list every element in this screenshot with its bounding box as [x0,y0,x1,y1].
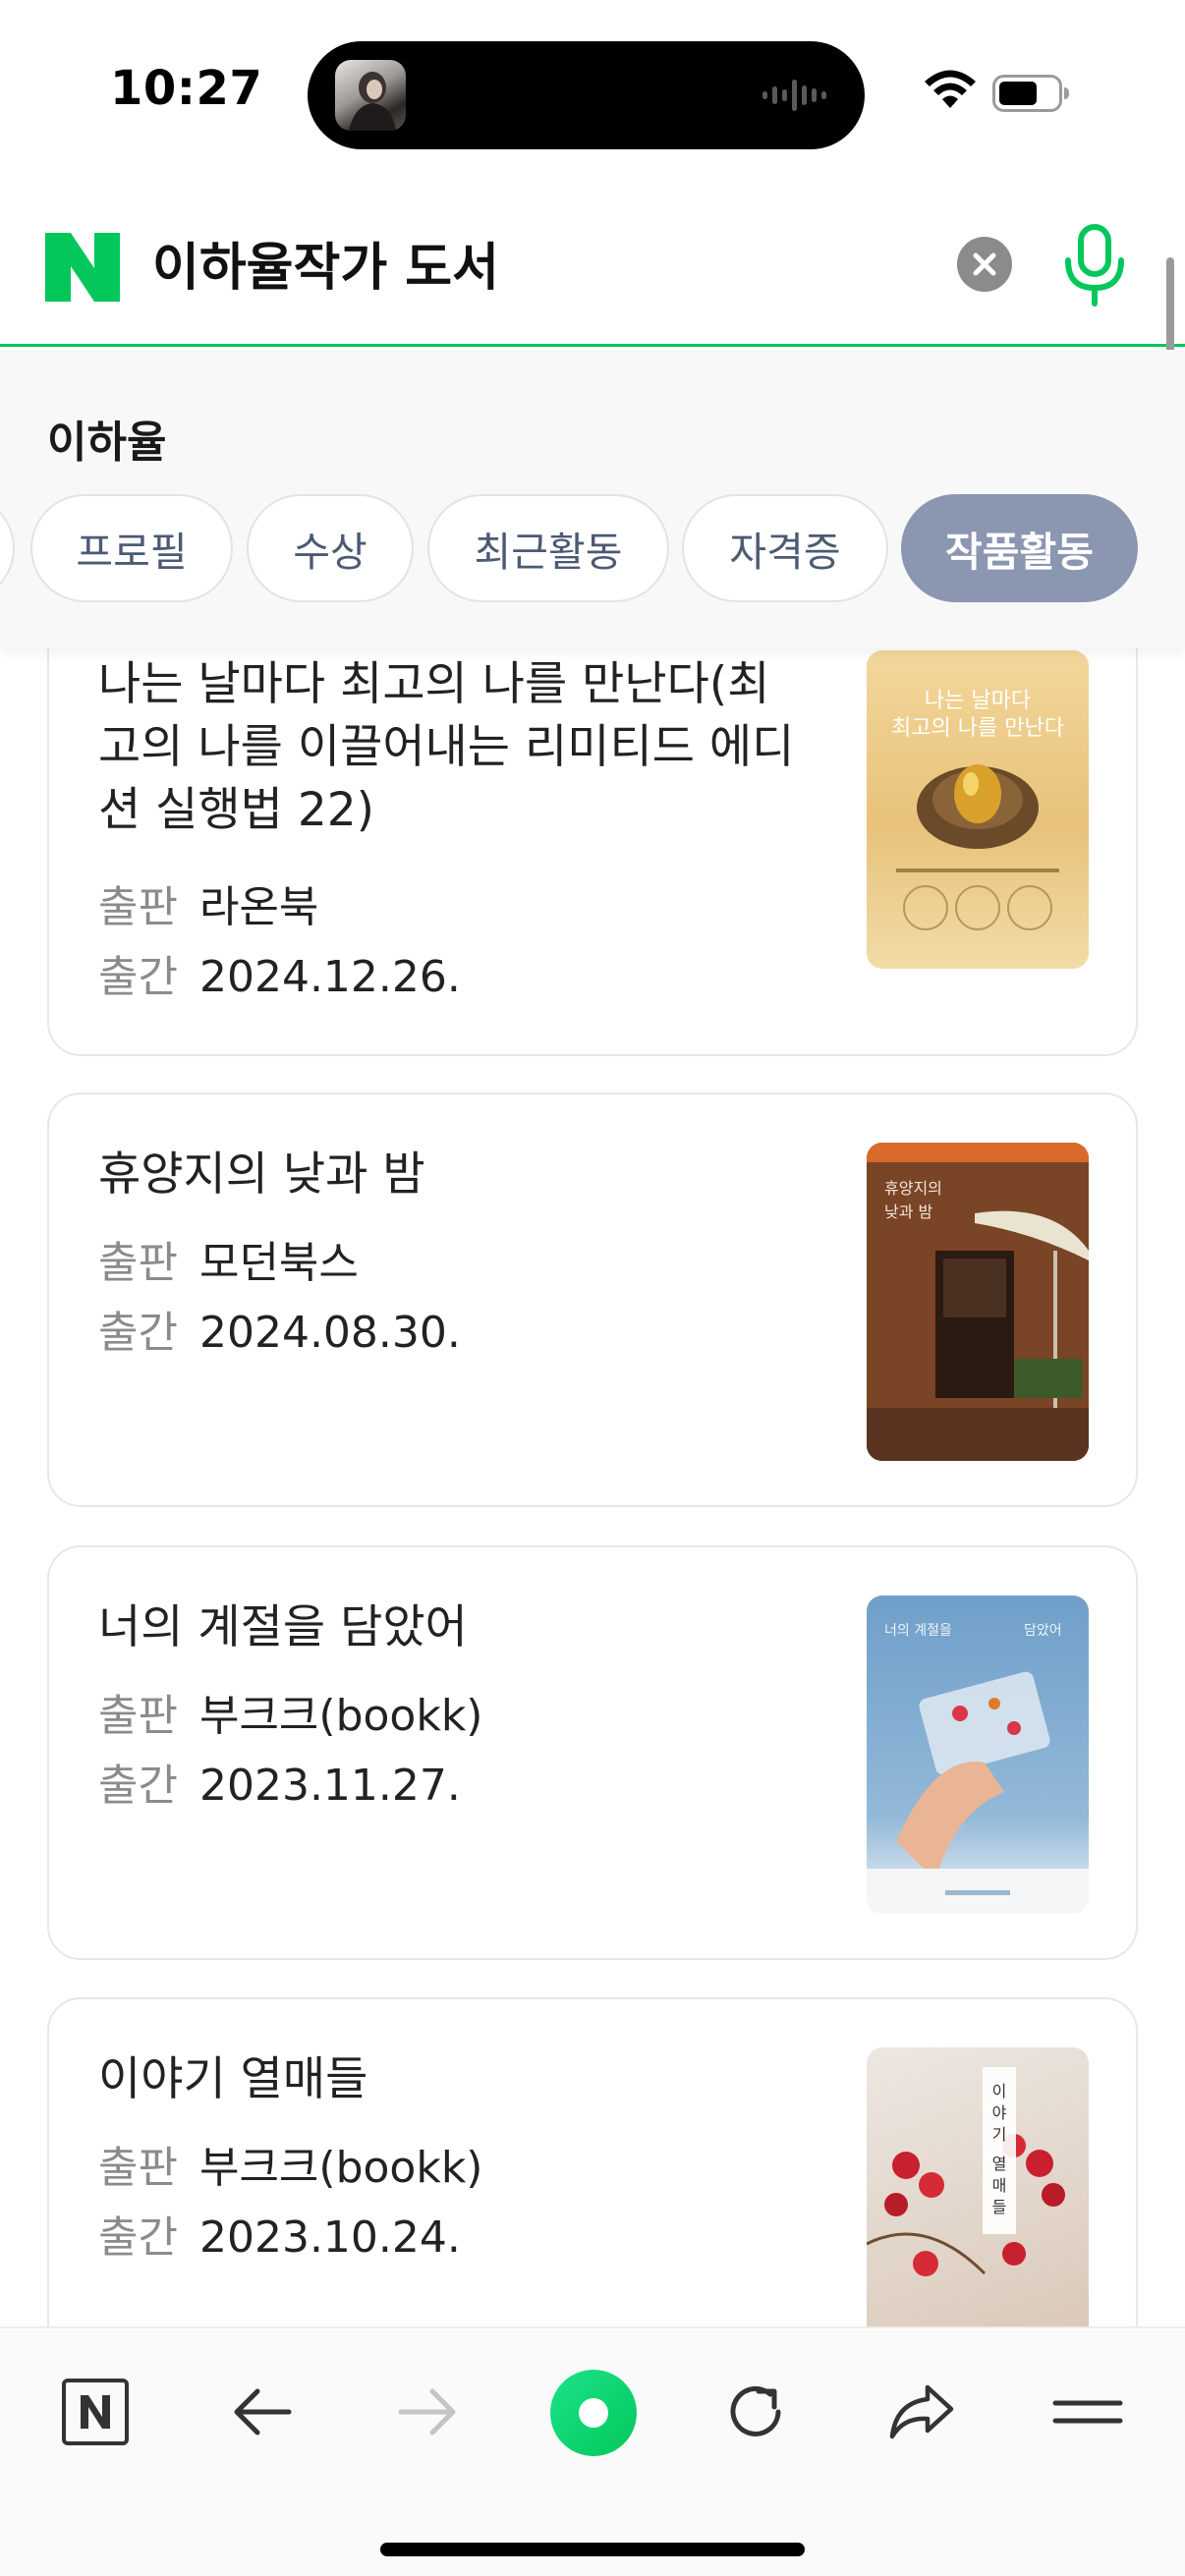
bottom-toolbar [0,2326,1185,2576]
tab-works[interactable]: 작품활동 [901,494,1138,602]
publisher-value: 부크크(bookk) [198,1691,483,1741]
svg-text:최고의 나를 만난다: 최고의 나를 만난다 [891,716,1064,741]
date-row: 출간 2023.11.27. [98,1758,461,1815]
back-arrow-icon[interactable] [218,2368,307,2456]
menu-icon[interactable] [1044,2368,1132,2456]
audio-wave-icon [762,80,826,111]
svg-text:들: 들 [992,2198,1007,2216]
publisher-value: 모던북스 [198,1238,359,1288]
publisher-label: 출판 [98,2143,178,2193]
date-label: 출간 [98,1308,178,1358]
dynamic-island[interactable] [308,41,865,149]
svg-text:낮과 밤: 낮과 밤 [884,1203,933,1221]
book-card[interactable]: 너의 계절을 담았어 출판 부크크(bookk) 출간 2023.11.27. … [47,1545,1138,1960]
battery-icon [992,75,1069,112]
book-title[interactable]: 너의 계절을 담았어 [98,1596,845,1659]
clear-icon[interactable] [957,237,1012,292]
book-card[interactable]: 휴양지의 낮과 밤 출판 모던북스 출간 2024.08.30. 휴양지의 낮과… [47,1092,1138,1507]
svg-text:이: 이 [992,2082,1007,2100]
svg-text:야: 야 [992,2103,1007,2122]
home-indicator[interactable] [380,2543,805,2556]
publisher-label: 출판 [98,882,178,932]
date-label: 출간 [98,952,178,1002]
entity-name: 이하율 [47,418,167,468]
book-title[interactable]: 휴양지의 낮과 밤 [98,1144,845,1206]
date-row: 출간 2023.10.24. [98,2210,461,2267]
svg-text:나는 날마다: 나는 날마다 [925,689,1031,713]
publisher-label: 출판 [98,1691,178,1741]
search-bar: 이하율작가 도서 [0,201,1185,347]
publisher-row: 출판 모던북스 [98,1235,359,1292]
publisher-row: 출판 부크크(bookk) [98,1688,482,1745]
publisher-label: 출판 [98,1238,178,1288]
date-row: 출간 2024.12.26. [98,949,461,1006]
share-icon[interactable] [876,2368,965,2456]
date-row: 출간 2024.08.30. [98,1305,461,1362]
naver-home-icon[interactable] [51,2368,140,2456]
book-title[interactable]: 이야기 열매들 [98,2048,845,2111]
svg-text:너의 계절을: 너의 계절을 [884,1623,952,1639]
svg-text:기: 기 [992,2125,1007,2144]
date-value: 2023.11.27. [198,1761,461,1811]
status-time: 10:27 [110,61,263,116]
green-dot-icon[interactable] [548,2368,639,2458]
tab-awards[interactable]: 수상 [247,494,414,602]
book-title[interactable]: 나는 날마다 최고의 나를 만난다(최 고의 나를 이끌어내는 리미티드 에디 … [98,653,845,842]
date-label: 출간 [98,2212,178,2263]
svg-text:휴양지의: 휴양지의 [884,1179,942,1198]
tab-hidden[interactable] [0,494,15,602]
publisher-row: 출판 라온북 [98,879,318,936]
date-value: 2024.12.26. [198,952,461,1002]
date-value: 2023.10.24. [198,2212,461,2263]
tab-certificates[interactable]: 자격증 [682,494,888,602]
wifi-icon [925,70,976,108]
book-cover[interactable]: 이 야 기 열 매 들 [867,2047,1089,2366]
book-cover[interactable]: 휴양지의 낮과 밤 [867,1143,1089,1461]
book-cover[interactable]: 나는 날마다 최고의 나를 만난다 [867,650,1089,969]
publisher-value: 라온북 [198,882,319,932]
now-playing-thumbnail[interactable] [335,60,406,131]
svg-text:담았어: 담았어 [1024,1623,1062,1639]
publisher-row: 출판 부크크(bookk) [98,2140,482,2197]
forward-arrow-icon[interactable] [383,2368,472,2456]
svg-text:열: 열 [992,2155,1007,2173]
entity-panel: 이하율 프로필 수상 최근활동 자격증 작품활동 [0,350,1185,648]
date-label: 출간 [98,1761,178,1811]
microphone-icon[interactable] [1061,223,1128,309]
date-value: 2024.08.30. [198,1308,461,1358]
tab-recent-activity[interactable]: 최근활동 [427,494,669,602]
svg-text:매: 매 [992,2176,1007,2195]
book-cover[interactable]: 너의 계절을 담았어 [867,1596,1089,1914]
publisher-value: 부크크(bookk) [198,2143,483,2193]
search-input[interactable]: 이하율작가 도서 [152,234,499,303]
naver-logo-icon[interactable] [45,233,120,302]
reload-icon[interactable] [711,2368,800,2456]
tab-profile[interactable]: 프로필 [30,494,233,602]
